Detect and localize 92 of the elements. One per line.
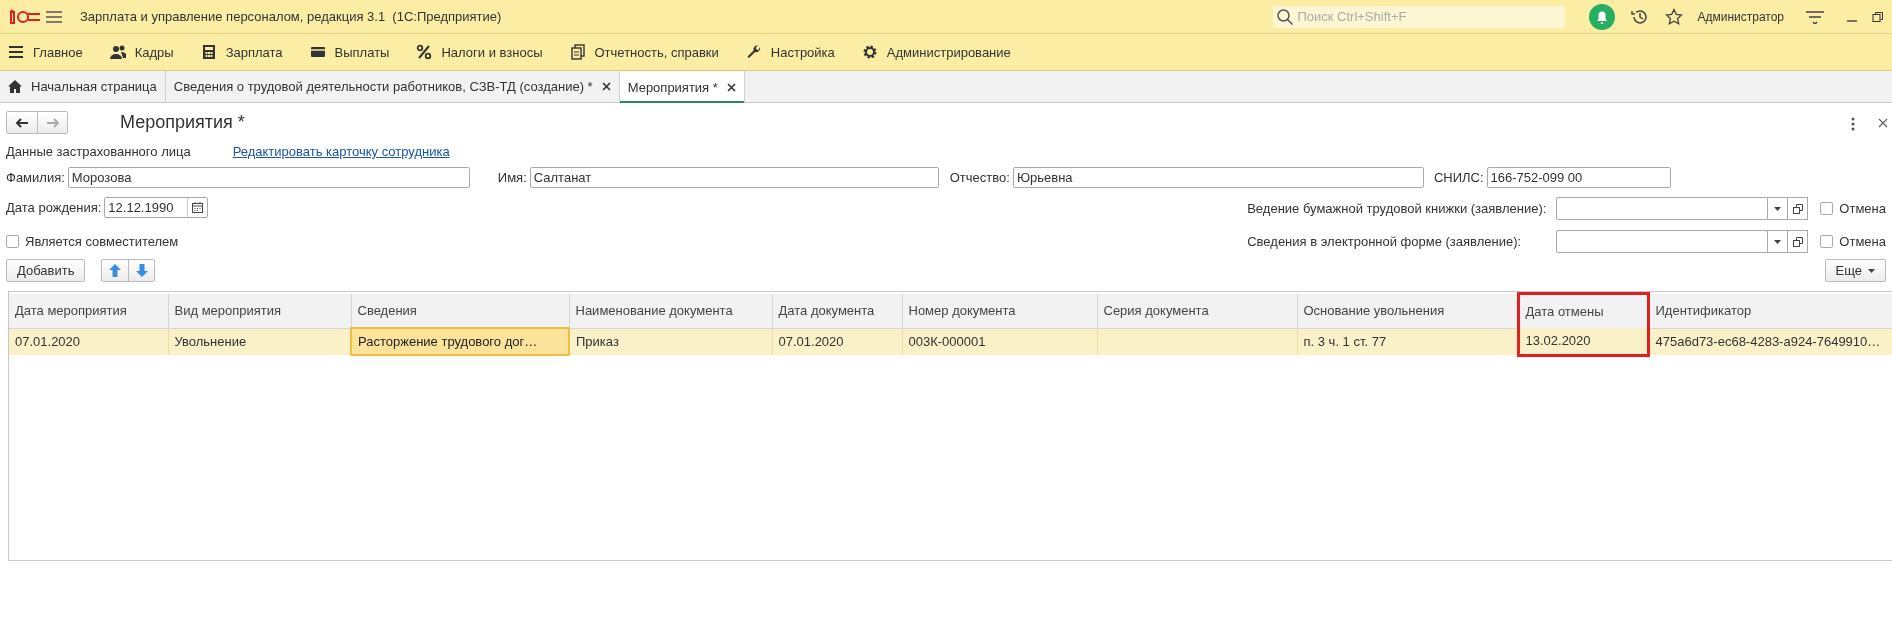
field-label: Сведения в электронной форме (заявление):	[1247, 234, 1522, 249]
column-header[interactable]: Основание увольнения	[1297, 293, 1518, 328]
table-cell: Увольнение	[168, 328, 351, 355]
menu-item[interactable]: Отчетность, справки	[569, 44, 719, 60]
select-field[interactable]	[1556, 197, 1769, 220]
close-icon[interactable]	[726, 82, 736, 92]
tab[interactable]: Мероприятия *	[619, 71, 745, 103]
calendar-icon[interactable]	[192, 202, 204, 213]
checkbox[interactable]	[1820, 235, 1834, 248]
field-label: Фамилия:	[6, 170, 65, 185]
menu-item[interactable]: Настройка	[745, 44, 835, 60]
home-icon	[8, 80, 22, 93]
date-field[interactable]: 12.12.1990	[104, 197, 209, 218]
menu-item[interactable]: Выплаты	[309, 44, 390, 60]
checkbox-label[interactable]: Отмена	[1839, 201, 1886, 216]
more-options-icon[interactable]	[1851, 117, 1855, 131]
wrench-icon	[745, 44, 762, 60]
calculator-icon	[200, 44, 217, 60]
text-field[interactable]: Юрьевна	[1012, 167, 1424, 188]
column-header[interactable]: Вид мероприятия	[168, 293, 351, 328]
wallet-icon	[309, 44, 326, 60]
field-label: Имя:	[497, 170, 527, 185]
down-arrow-icon	[135, 264, 148, 277]
window-title: Зарплата и управление персоналом, редакция 3.1 (1С:Предприятие)	[80, 9, 502, 24]
table-cell: 003К-000001	[902, 328, 1097, 355]
text-field[interactable]: 166-752-099 00	[1486, 167, 1671, 188]
star-icon[interactable]	[1665, 7, 1684, 26]
search-field[interactable]: Поиск Ctrl+Shift+F	[1273, 5, 1566, 28]
table-cell: 475a6d73-ec68-4283-a924-7649910…	[1648, 328, 1892, 355]
more-button[interactable]: Еще	[1824, 259, 1886, 282]
right-arrow-icon	[45, 117, 60, 128]
open-icon	[1792, 236, 1803, 247]
column-header[interactable]: Дата документа	[772, 293, 902, 328]
list-icon	[8, 44, 24, 60]
history-icon[interactable]	[1631, 7, 1650, 26]
column-header[interactable]: Сведения	[351, 293, 569, 328]
bell-icon[interactable]	[1589, 3, 1616, 30]
table-cell: Приказ	[569, 328, 772, 355]
gear-icon	[861, 44, 878, 60]
restore-icon[interactable]	[1872, 10, 1884, 23]
menu-icon[interactable]	[46, 10, 62, 23]
add-button[interactable]: Добавить	[6, 259, 86, 282]
table-cell: п. 3 ч. 1 ст. 77	[1297, 328, 1518, 355]
user-name[interactable]: Администратор	[1697, 9, 1784, 24]
table-cell: 07.01.2020	[772, 328, 902, 355]
field-label: Отчество:	[949, 170, 1010, 185]
column-header[interactable]: Дата мероприятия	[9, 293, 168, 328]
menu-item[interactable]: Кадры	[109, 44, 174, 60]
open-button[interactable]	[1788, 197, 1809, 220]
table-cell: 13.02.2020	[1518, 328, 1648, 355]
people-icon	[109, 44, 126, 60]
percent-icon	[416, 44, 433, 60]
section-label: Данные застрахованного лица	[6, 144, 191, 159]
edit-employee-link[interactable]: Редактировать карточку сотрудника	[232, 144, 450, 159]
settings-menu-icon[interactable]	[1806, 9, 1824, 24]
select-field[interactable]	[1556, 230, 1769, 253]
checkbox[interactable]	[6, 235, 19, 248]
text-field[interactable]: Салтанат	[529, 167, 939, 188]
column-header[interactable]: Идентификатор	[1648, 293, 1892, 328]
caret-icon	[1774, 239, 1782, 244]
tab[interactable]: Начальная страница	[0, 71, 166, 102]
menu-item[interactable]: Зарплата	[200, 44, 283, 60]
close-icon[interactable]	[1878, 118, 1888, 128]
documents-icon	[569, 44, 586, 60]
open-button[interactable]	[1788, 230, 1809, 253]
tab[interactable]: Сведения о трудовой деятельности работников, СЗВ-ТД (создание) *	[165, 71, 620, 102]
field-label: Ведение бумажной трудовой книжки (заявление):	[1247, 201, 1547, 216]
field-label: Дата рождения:	[6, 200, 102, 215]
table-cell: Расторжение трудового дог…	[351, 328, 569, 355]
column-header[interactable]: Серия документа	[1097, 293, 1297, 328]
checkbox[interactable]	[1820, 202, 1834, 215]
open-icon	[1792, 203, 1803, 214]
up-arrow-icon	[109, 264, 122, 277]
form-title: Мероприятия *	[120, 112, 245, 133]
dropdown-button[interactable]	[1768, 230, 1789, 253]
column-header[interactable]: Дата отмены	[1518, 293, 1648, 328]
dropdown-button[interactable]	[1768, 197, 1789, 220]
menu-item[interactable]: Главное	[8, 44, 83, 60]
dropdown-icon	[1868, 268, 1875, 273]
menu-item[interactable]: Налоги и взносы	[416, 44, 543, 60]
column-header[interactable]: Номер документа	[902, 293, 1097, 328]
search-icon	[1277, 8, 1294, 25]
text-field[interactable]: Морозова	[67, 167, 470, 188]
checkbox-label[interactable]: Отмена	[1839, 234, 1886, 249]
field-label: СНИЛС:	[1433, 170, 1484, 185]
checkbox-label[interactable]: Является совместителем	[25, 234, 179, 249]
left-arrow-icon	[15, 117, 29, 128]
caret-icon	[1774, 206, 1782, 211]
column-header[interactable]: Наименование документа	[569, 293, 772, 328]
table-cell: 07.01.2020	[9, 328, 168, 355]
close-icon[interactable]	[601, 82, 611, 91]
menu-item[interactable]: Администрирование	[861, 44, 1011, 60]
